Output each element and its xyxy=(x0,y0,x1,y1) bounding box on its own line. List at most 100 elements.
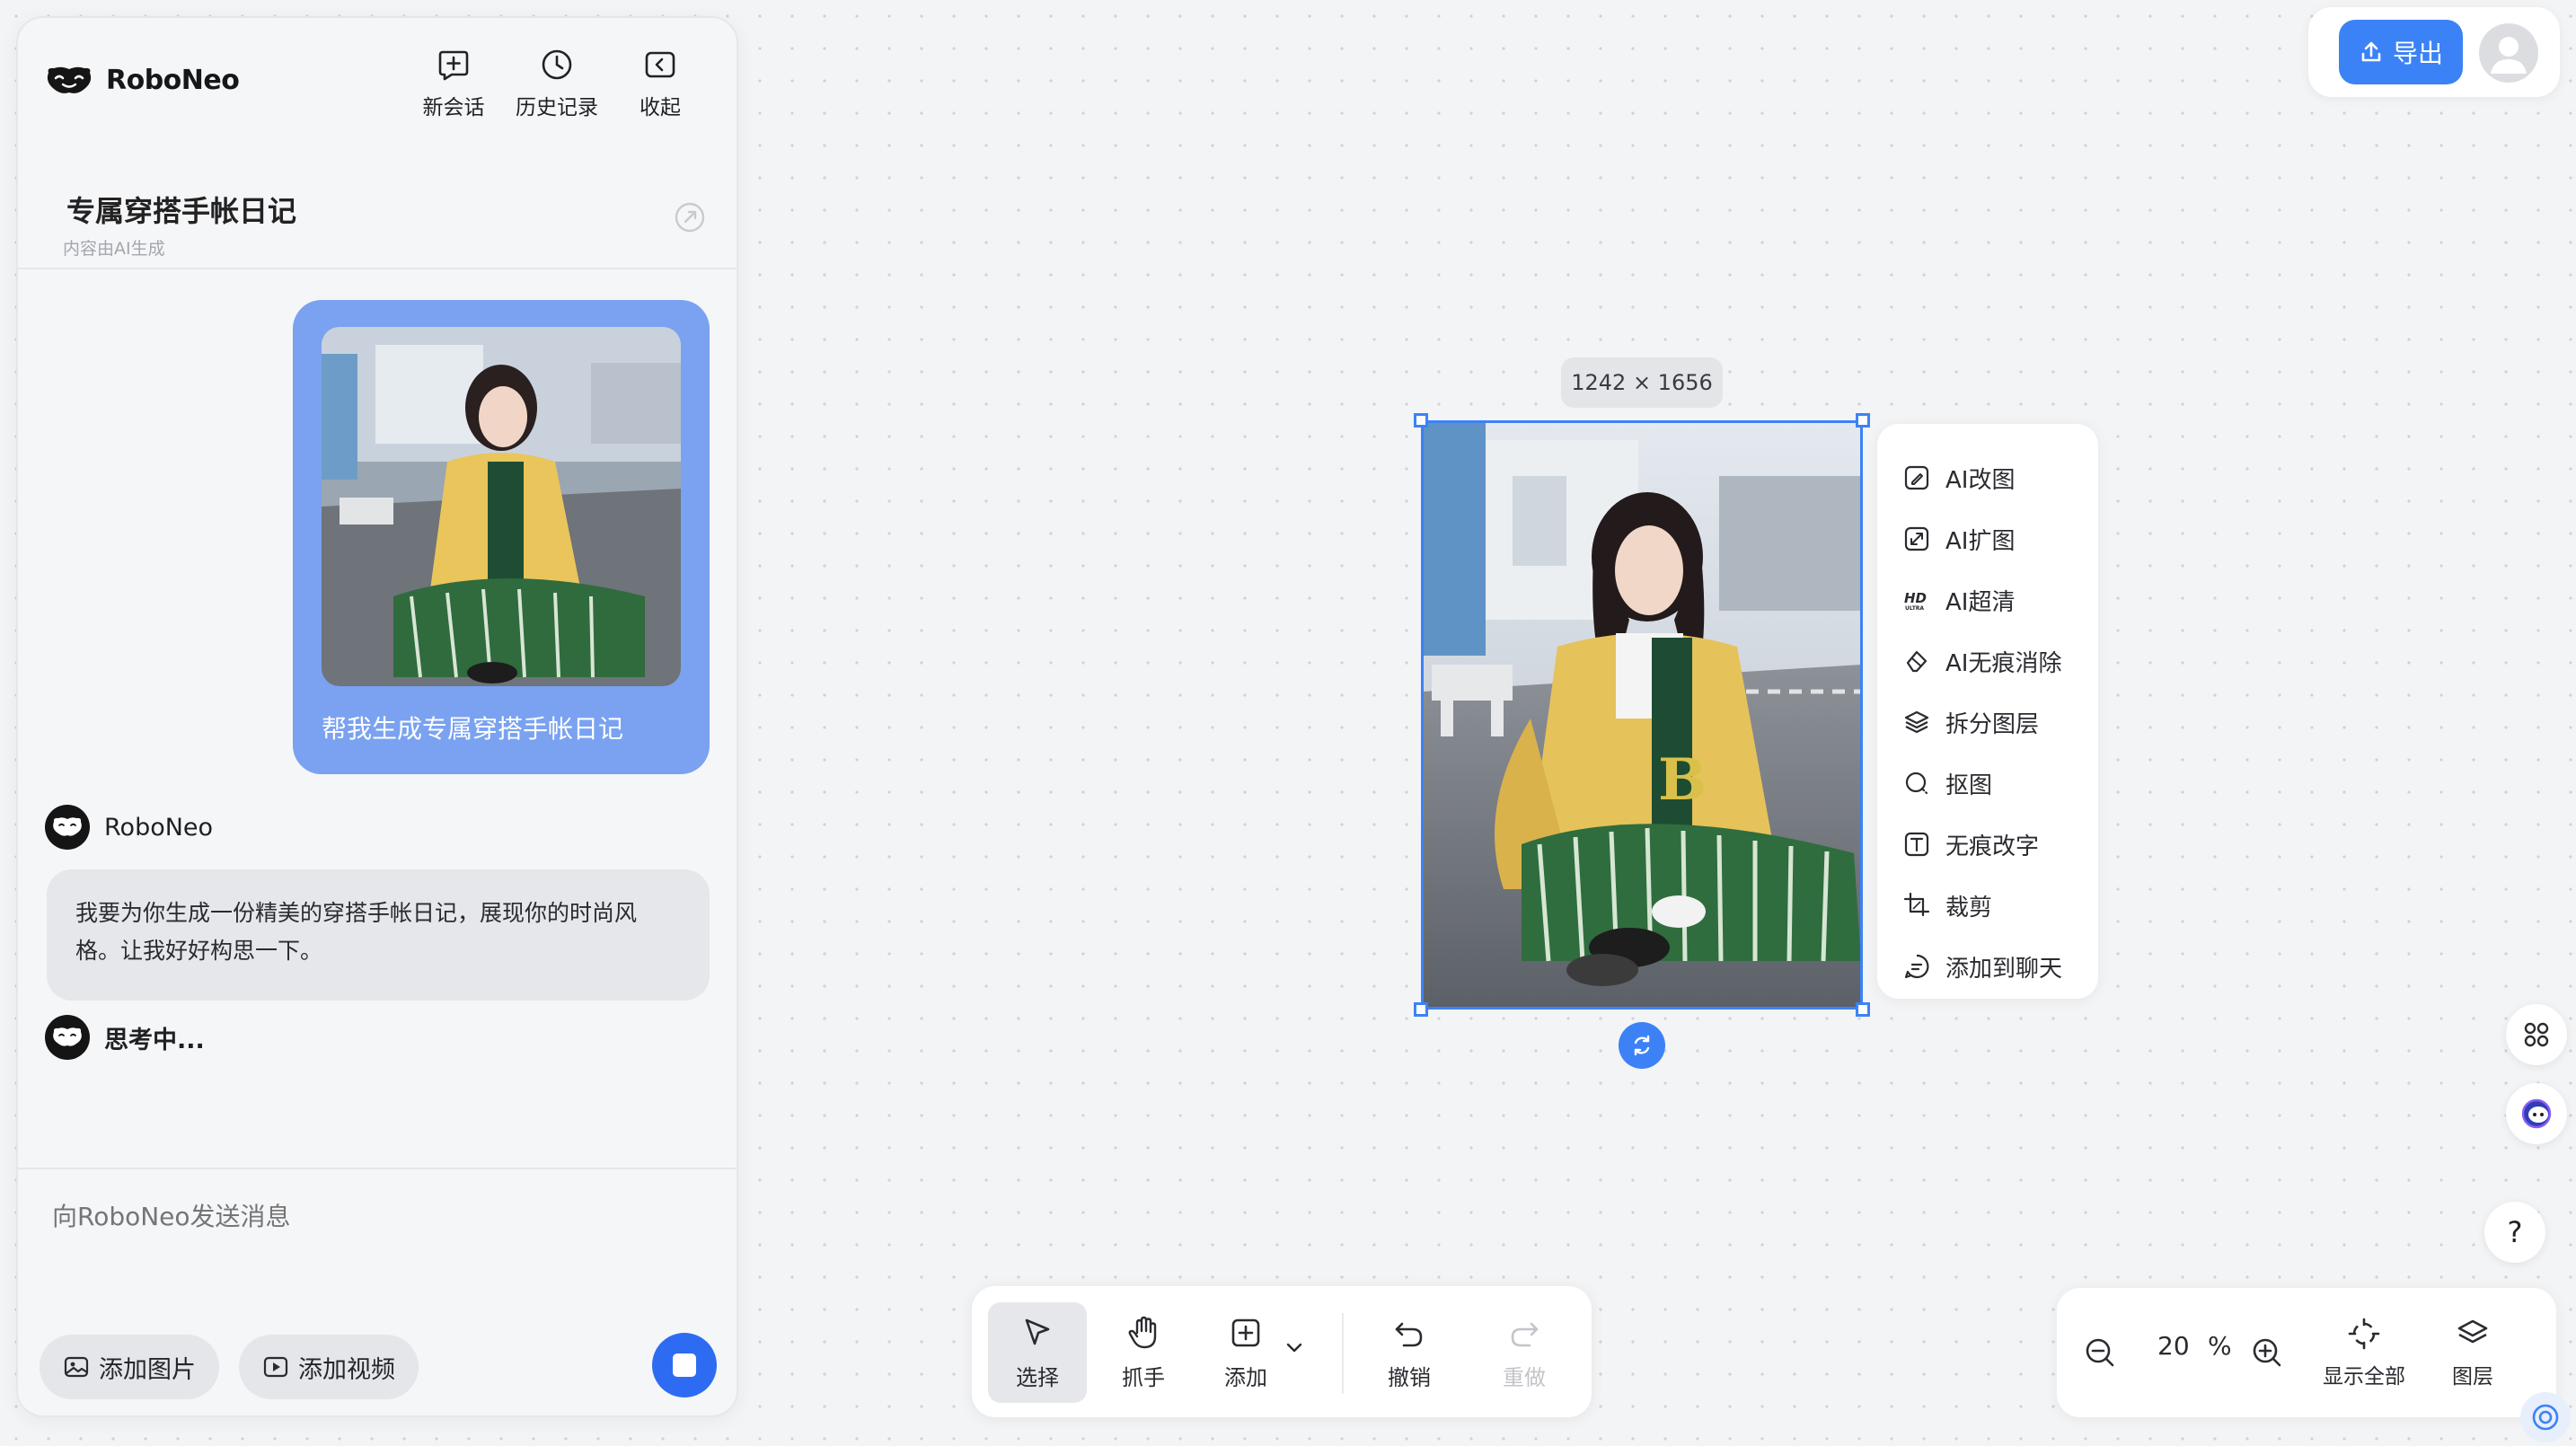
select-tool[interactable]: 选择 xyxy=(988,1302,1087,1403)
redo-label: 重做 xyxy=(1503,1364,1546,1390)
cutout-icon xyxy=(1905,771,1928,795)
zoom-out-button[interactable] xyxy=(2082,1306,2118,1399)
export-label: 导出 xyxy=(2392,39,2443,68)
canvas-image[interactable]: B xyxy=(1423,422,1861,1008)
fit-all-button[interactable]: 显示全部 xyxy=(2323,1306,2405,1399)
user-message-bubble: 帮我生成专属穿搭手帐日记 xyxy=(293,300,710,774)
resize-handle-bottom-left[interactable] xyxy=(1414,1002,1428,1017)
bot-header: RoboNeo xyxy=(45,805,213,850)
apps-button[interactable] xyxy=(2506,1004,2567,1065)
resize-handle-top-right[interactable] xyxy=(1856,413,1870,428)
svg-text:B: B xyxy=(1658,746,1707,814)
roboneo-logo-icon xyxy=(47,66,92,93)
menu-label: AI无痕消除 xyxy=(1945,649,2062,677)
zoom-out-icon xyxy=(2086,1338,2114,1367)
image-context-menu: AI改图 AI扩图 HD ULTRA AI超清 AI无痕消除 拆分图层 抠图 无… xyxy=(1877,424,2098,999)
zoom-in-icon xyxy=(2253,1338,2281,1367)
collapse-button[interactable]: 收起 xyxy=(620,47,701,120)
session-title: 专属穿搭手帐日记 xyxy=(66,194,297,228)
menu-split-layers[interactable]: 拆分图层 xyxy=(1877,692,2098,753)
photo-thumbnail xyxy=(322,327,681,686)
menu-ai-edit[interactable]: AI改图 xyxy=(1877,447,2098,508)
svg-text:ULTRA: ULTRA xyxy=(1905,605,1924,612)
rotate-icon xyxy=(1634,1035,1650,1056)
history-label: 历史记录 xyxy=(516,96,598,119)
zoom-in-button[interactable] xyxy=(2249,1306,2285,1399)
assistant-button[interactable] xyxy=(2506,1083,2567,1144)
bot-avatar xyxy=(45,1015,90,1060)
menu-label: 拆分图层 xyxy=(1945,710,2040,738)
ai-expand-icon xyxy=(1904,526,1929,551)
fit-all-icon xyxy=(2348,1318,2380,1350)
message-input[interactable] xyxy=(52,1202,681,1231)
video-icon xyxy=(263,1356,288,1378)
new-chat-button[interactable]: 新会话 xyxy=(413,47,494,120)
share-icon[interactable] xyxy=(672,199,708,235)
layers-button[interactable]: 图层 xyxy=(2452,1306,2493,1399)
svg-text:HD: HD xyxy=(1904,590,1927,606)
hd-ultra-icon: HD ULTRA xyxy=(1904,590,1927,612)
assistant-face-icon xyxy=(2521,1098,2552,1129)
hand-label: 抓手 xyxy=(1122,1364,1165,1390)
undo-label: 撤销 xyxy=(1388,1364,1431,1390)
menu-ai-hd[interactable]: HD ULTRA AI超清 xyxy=(1877,569,2098,630)
rotate-button[interactable] xyxy=(1619,1022,1665,1069)
user-avatar[interactable] xyxy=(2479,23,2538,83)
top-right-bar: 导出 xyxy=(2308,7,2560,97)
roboneo-avatar-icon xyxy=(53,1027,82,1046)
grid-icon xyxy=(2524,1022,2549,1047)
menu-text-edit[interactable]: 无痕改字 xyxy=(1877,814,2098,875)
zoom-unit: % xyxy=(2208,1331,2232,1361)
toolbar-divider xyxy=(1342,1313,1344,1394)
menu-label: 添加到聊天 xyxy=(1945,955,2063,983)
menu-label: AI扩图 xyxy=(1945,527,2016,555)
menu-crop[interactable]: 裁剪 xyxy=(1877,875,2098,936)
menu-ai-erase[interactable]: AI无痕消除 xyxy=(1877,630,2098,692)
canvas-toolbar: 选择 抓手 添加 撤销 重做 xyxy=(972,1286,1592,1417)
stop-generation-button[interactable] xyxy=(652,1333,717,1398)
help-button[interactable]: ? xyxy=(2484,1202,2545,1263)
redo-button[interactable]: 重做 xyxy=(1475,1302,1574,1403)
menu-add-to-chat[interactable]: 添加到聊天 xyxy=(1877,936,2098,997)
clock-icon xyxy=(542,49,572,80)
session-header: 专属穿搭手帐日记 内容由AI生成 xyxy=(18,171,737,269)
image-icon xyxy=(64,1356,89,1378)
text-edit-icon xyxy=(1904,832,1929,857)
user-uploaded-photo[interactable] xyxy=(322,327,681,686)
hand-icon xyxy=(1128,1316,1157,1348)
menu-ai-expand[interactable]: AI扩图 xyxy=(1877,508,2098,569)
menu-label: AI改图 xyxy=(1945,466,2016,494)
resize-handle-bottom-right[interactable] xyxy=(1856,1002,1870,1017)
cursor-icon xyxy=(1025,1318,1050,1345)
add-video-label: 添加视频 xyxy=(298,1355,395,1384)
history-button[interactable]: 历史记录 xyxy=(516,47,598,120)
collapse-icon xyxy=(645,51,675,78)
undo-button[interactable]: 撤销 xyxy=(1360,1302,1459,1403)
chevron-down-icon[interactable] xyxy=(1283,1336,1306,1360)
export-button[interactable]: 导出 xyxy=(2339,20,2463,84)
collapse-label: 收起 xyxy=(640,96,681,119)
zoom-value[interactable]: 20 xyxy=(2157,1331,2190,1361)
select-label: 选择 xyxy=(1016,1364,1059,1390)
crop-icon xyxy=(1903,892,1930,917)
menu-cutout[interactable]: 抠图 xyxy=(1877,753,2098,814)
resize-handle-top-left[interactable] xyxy=(1414,413,1428,428)
add-image-button[interactable]: 添加图片 xyxy=(40,1335,219,1399)
thinking-label: 思考中... xyxy=(104,1026,205,1054)
zoom-bar: 20 % 显示全部 图层 xyxy=(2057,1288,2556,1417)
add-video-button[interactable]: 添加视频 xyxy=(239,1335,419,1399)
menu-label: AI超清 xyxy=(1945,588,2016,616)
panel-header: RoboNeo 新会话 历史记录 收起 xyxy=(18,18,737,126)
eraser-icon xyxy=(1906,650,1928,673)
add-tool[interactable]: 添加 xyxy=(1196,1302,1295,1403)
corner-assistant-icon[interactable] xyxy=(2520,1392,2571,1442)
new-chat-label: 新会话 xyxy=(422,96,485,119)
user-message-text: 帮我生成专属穿搭手帐日记 xyxy=(322,714,624,744)
hand-tool[interactable]: 抓手 xyxy=(1094,1302,1193,1403)
layers-split-icon xyxy=(1904,710,1929,734)
add-square-icon xyxy=(1231,1318,1260,1346)
ai-edit-icon xyxy=(1904,465,1929,490)
ai-generated-note: 内容由AI生成 xyxy=(63,239,165,259)
app-logo: RoboNeo xyxy=(45,65,240,96)
spiral-icon xyxy=(2532,1404,2559,1431)
